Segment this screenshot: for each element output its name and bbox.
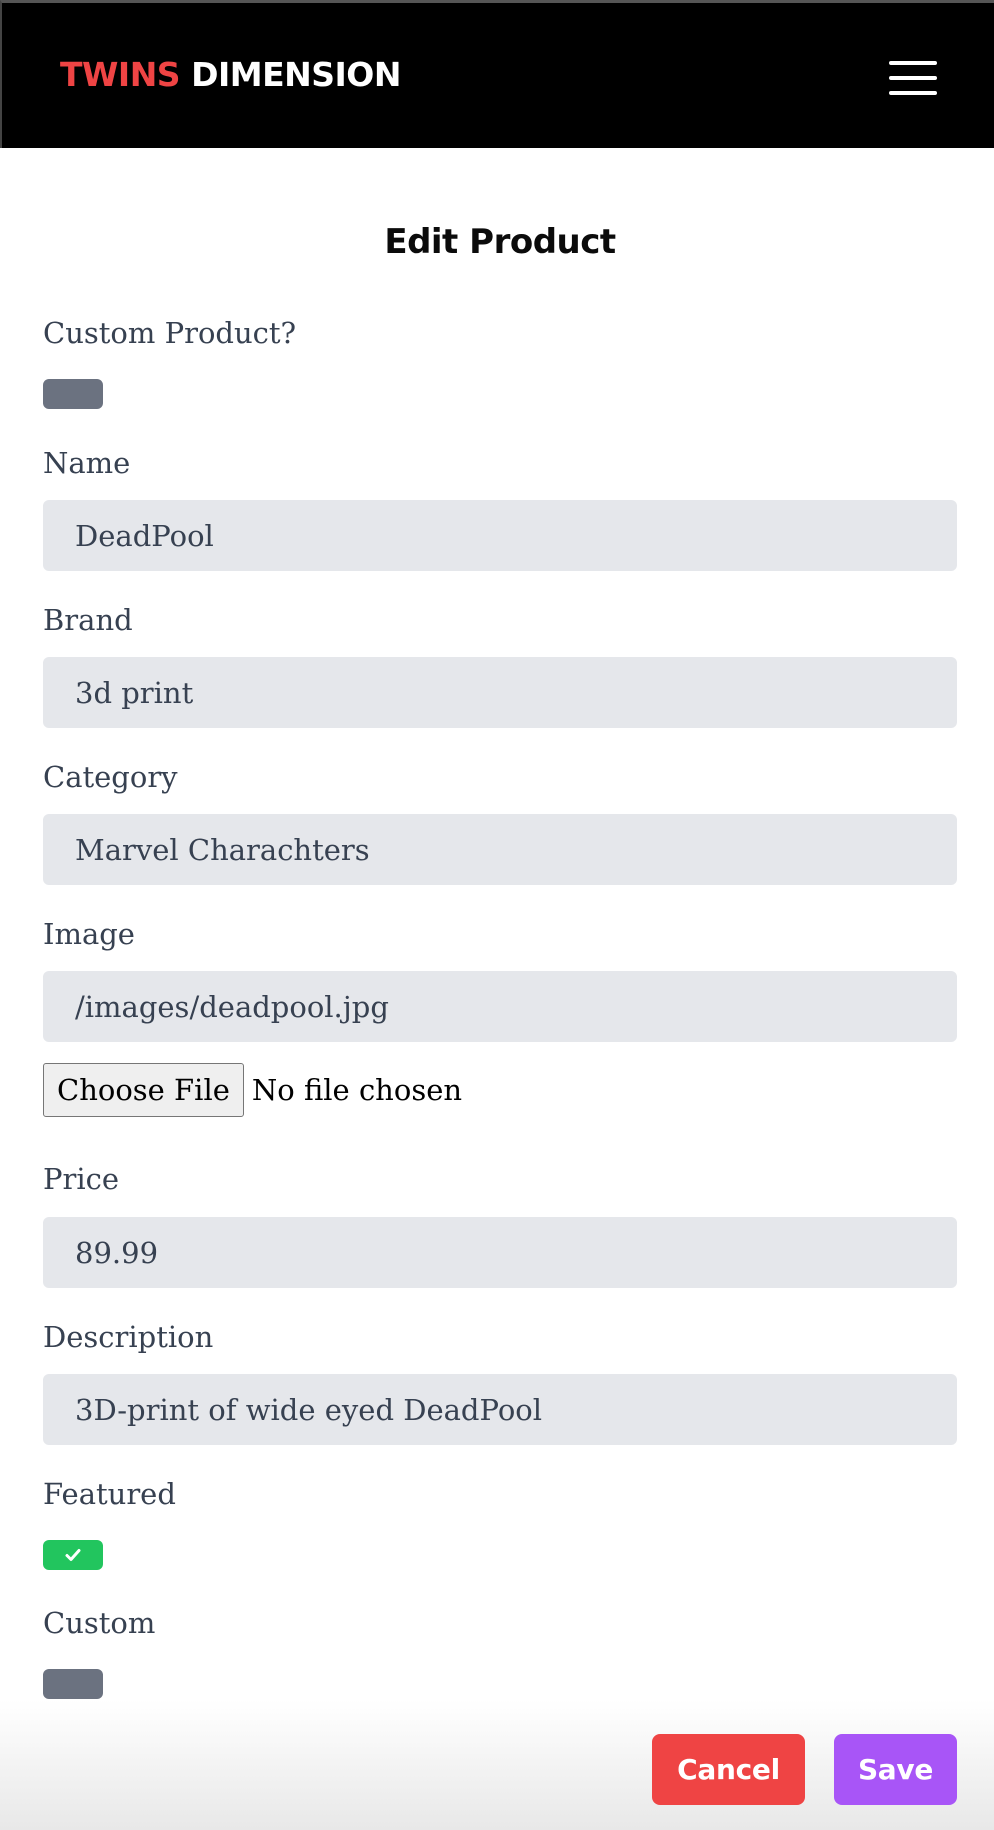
file-upload: Choose File No file chosen <box>43 1063 462 1117</box>
description-label: Description <box>43 1320 214 1354</box>
name-label: Name <box>43 446 131 480</box>
hamburger-menu-icon[interactable] <box>889 61 939 99</box>
hamburger-bar <box>889 76 937 80</box>
page-title: Edit Product <box>384 222 616 262</box>
custom-product-label: Custom Product? <box>43 316 297 350</box>
price-label: Price <box>43 1162 120 1196</box>
featured-toggle[interactable] <box>43 1540 103 1570</box>
image-label: Image <box>43 917 135 951</box>
category-label: Category <box>43 760 178 794</box>
check-icon <box>65 1549 81 1561</box>
custom-label: Custom <box>43 1606 156 1640</box>
hamburger-bar <box>889 91 937 95</box>
custom-toggle[interactable] <box>43 1669 103 1699</box>
image-path-input[interactable]: /images/deadpool.jpg <box>43 971 957 1042</box>
featured-label: Featured <box>43 1477 176 1511</box>
choose-file-button[interactable]: Choose File <box>43 1063 244 1117</box>
cancel-button[interactable]: Cancel <box>652 1734 805 1805</box>
price-input[interactable]: 89.99 <box>43 1217 957 1288</box>
navbar: TWINS DIMENSION <box>0 0 994 148</box>
hamburger-bar <box>889 61 937 65</box>
save-button[interactable]: Save <box>834 1734 957 1805</box>
name-input[interactable]: DeadPool <box>43 500 957 571</box>
custom-product-toggle[interactable] <box>43 379 103 409</box>
brand-rest-text: DIMENSION <box>191 55 401 94</box>
brand-input[interactable]: 3d print <box>43 657 957 728</box>
file-status-text: No file chosen <box>251 1073 463 1107</box>
brand-accent-text: TWINS <box>60 55 181 94</box>
brand-label: Brand <box>43 603 133 637</box>
brand-logo[interactable]: TWINS DIMENSION <box>60 55 401 94</box>
category-input[interactable]: Marvel Charachters <box>43 814 957 885</box>
description-input[interactable]: 3D-print of wide eyed DeadPool <box>43 1374 957 1445</box>
